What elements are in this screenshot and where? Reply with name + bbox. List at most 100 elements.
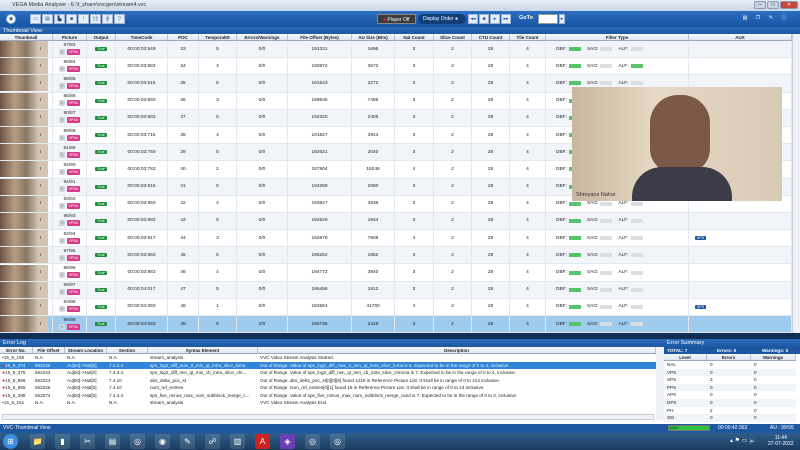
next-frame-button[interactable]: ▸ bbox=[490, 14, 500, 24]
error-log-scrollbar[interactable] bbox=[656, 347, 664, 420]
column-header[interactable]: CTU Count bbox=[472, 34, 510, 40]
pdf-icon[interactable]: A bbox=[255, 434, 270, 449]
column-header[interactable]: Slice Count bbox=[434, 34, 472, 40]
error-log-row[interactable]: ●15_6_374 652238 Au[50]->Nal[0] 7.4.3.4 sps_… bbox=[0, 361, 656, 369]
table-row[interactable]: I 83/98 B VPSA True 00:00:04:050 48 1 0/0 182684… bbox=[0, 298, 792, 316]
table-row[interactable]: I 99/99 B VPSA True 00:00:04:083 49 5 0/0 195735… bbox=[0, 316, 792, 334]
summary-row[interactable]: PPS 0 0 bbox=[664, 383, 796, 392]
aux-badge[interactable]: APS bbox=[695, 304, 707, 309]
notes-icon[interactable]: ▤ bbox=[105, 434, 120, 449]
hierarchy-icon[interactable]: ╫ bbox=[102, 14, 113, 24]
first-frame-button[interactable]: ◂◂ bbox=[468, 14, 478, 24]
info-icon[interactable]: ⓘ bbox=[779, 14, 789, 24]
copy-icon[interactable]: ❐ bbox=[753, 14, 763, 24]
display-order-toggle[interactable]: Display Order ● bbox=[418, 14, 466, 24]
chrome-icon[interactable]: ◉ bbox=[155, 434, 170, 449]
table-row[interactable]: I 98/97 B VPSA True 00:00:04:017 47 5 0/0 195496… bbox=[0, 281, 792, 299]
export-icon[interactable]: ▤ bbox=[740, 14, 750, 24]
error-log-row[interactable]: ●15_6_388 652574 Au[50]->Nal[0] 7.4.3.4 sps_… bbox=[0, 392, 656, 400]
visual-studio-icon[interactable]: ◈ bbox=[280, 434, 295, 449]
error-log-row[interactable]: ▪15_6_150 N.A. N.A. N.A. stream_analysis VVC … bbox=[0, 354, 656, 362]
chart-view-icon[interactable]: ▙ bbox=[54, 14, 65, 24]
column-header[interactable]: File Offset bbox=[33, 347, 65, 353]
column-header[interactable]: Filter Type bbox=[546, 34, 689, 40]
column-header[interactable]: AU Size (Bits) bbox=[352, 34, 395, 40]
column-header[interactable]: Nal Count bbox=[395, 34, 434, 40]
error-log-row[interactable]: ●15_6_375 652244 Au[50]->Nal[0] 7.4.3.4 sps_… bbox=[0, 369, 656, 377]
column-header[interactable]: Errors bbox=[707, 354, 751, 360]
column-header[interactable]: AUX bbox=[689, 34, 792, 40]
table-row[interactable]: I 97/95 B VPSA True 00:00:03:950 45 5 0/0 195252… bbox=[0, 247, 792, 265]
frame-view-icon[interactable]: ■ bbox=[66, 14, 77, 24]
player-off-button[interactable]: ● Player Off bbox=[377, 14, 416, 24]
table-row[interactable]: I 92/94 B VPSA True 00:00:03:917 44 3 0/0 192876… bbox=[0, 230, 792, 248]
summary-row[interactable]: PH 2 0 bbox=[664, 407, 796, 415]
column-header[interactable]: File Offset (Bytes) bbox=[288, 34, 352, 40]
column-header[interactable]: Section bbox=[107, 347, 148, 353]
summary-row[interactable]: APS 0 0 bbox=[664, 391, 796, 399]
compare-view-icon[interactable]: ▯▯ bbox=[90, 14, 101, 24]
aux-badge[interactable]: APS bbox=[695, 236, 707, 241]
app-icon[interactable]: ▮ bbox=[55, 434, 70, 449]
picture-badges: B VPSA bbox=[58, 100, 81, 107]
column-header[interactable]: Tile Count bbox=[510, 34, 546, 40]
column-header[interactable]: Thumbnail bbox=[0, 34, 53, 40]
table-row[interactable]: I 86/84 B VPSA True 00:00:03:583 34 4 0/0 190872… bbox=[0, 58, 792, 76]
summary-row[interactable]: NAL 0 0 bbox=[664, 361, 796, 369]
file-offset: 187904 bbox=[311, 166, 328, 172]
ctu-count: 28 bbox=[487, 321, 494, 327]
report-icon[interactable]: ✎ bbox=[766, 14, 776, 24]
summary-row[interactable]: VPS 0 0 bbox=[664, 368, 796, 377]
column-header[interactable]: Output bbox=[87, 34, 116, 40]
explorer-icon[interactable]: 📁 bbox=[30, 434, 45, 449]
vertical-scrollbar[interactable] bbox=[792, 34, 800, 333]
horizontal-scrollbar[interactable] bbox=[2, 414, 654, 420]
vega-analyzer-icon[interactable]: ◎ bbox=[305, 434, 320, 449]
error-log-row[interactable]: ●15_6_865 652346 Au[50]->Nal[0] 7.4.10 num_r… bbox=[0, 384, 656, 392]
summary-row[interactable]: SEI 0 0 bbox=[664, 414, 796, 422]
list-view-icon[interactable]: ⁞ bbox=[78, 14, 89, 24]
filter-icon[interactable]: ▽ bbox=[114, 14, 125, 24]
grid-view-icon[interactable]: ▤ bbox=[42, 14, 53, 24]
minimize-button[interactable]: – bbox=[754, 1, 766, 9]
column-header[interactable]: Error No. bbox=[0, 347, 33, 353]
error-log-row[interactable]: ●15_6_866 652324 Au[50]->Nal[0] 7.4.10 abs_d… bbox=[0, 377, 656, 385]
last-frame-button[interactable]: ▸▸ bbox=[501, 14, 511, 24]
column-header[interactable]: Warnings bbox=[751, 354, 796, 360]
column-header[interactable]: Syntax Element bbox=[148, 347, 258, 353]
vega-analyzer-2-icon[interactable]: ◎ bbox=[330, 434, 345, 449]
column-header[interactable]: POC bbox=[168, 34, 199, 40]
snipping-icon[interactable]: ✂ bbox=[80, 434, 95, 449]
column-header[interactable]: Description bbox=[258, 347, 656, 353]
editor-icon[interactable]: ✎ bbox=[180, 434, 195, 449]
clock[interactable]: 11:44 27-07-2022 bbox=[768, 435, 794, 447]
column-header[interactable]: TemporalID bbox=[199, 34, 237, 40]
table-row[interactable]: I 87/83 B VPSA True 00:00:03:549 33 5 0/0 191331… bbox=[0, 41, 792, 59]
network-icon[interactable]: ☍ bbox=[205, 434, 220, 449]
thumbnail-view-icon[interactable]: ▭ bbox=[30, 14, 41, 24]
summary-row[interactable]: DPS 0 0 bbox=[664, 398, 796, 407]
cell-text: Au[50]->Nal[0] bbox=[67, 370, 97, 375]
column-header[interactable]: Level bbox=[664, 354, 707, 360]
column-header[interactable]: Stream Location bbox=[65, 347, 107, 353]
tray-icons[interactable]: ▴ ⚑ ▭ 🔈 bbox=[730, 437, 757, 444]
close-button[interactable]: ✕ bbox=[780, 1, 798, 9]
column-header[interactable]: Errors/Warnings bbox=[237, 34, 288, 40]
nal-count: 3 bbox=[412, 98, 416, 104]
column-header[interactable]: TimeCode bbox=[116, 34, 168, 40]
column-header[interactable]: Picture bbox=[53, 34, 87, 40]
start-button[interactable]: ⊞ bbox=[3, 434, 18, 449]
error-log-row[interactable]: ▪15_6_151 N.A. N.A. N.A. stream_analysis VVC … bbox=[0, 399, 656, 407]
maximize-button[interactable]: □ bbox=[767, 1, 779, 9]
goto-input[interactable] bbox=[538, 14, 558, 24]
goto-button[interactable]: ▸ bbox=[559, 14, 565, 24]
filter-indicator bbox=[568, 270, 581, 275]
table-cell: 93/92 B VPSA bbox=[53, 195, 87, 212]
summary-row[interactable]: SPS 3 0 bbox=[664, 376, 796, 384]
slice-count: 2 bbox=[451, 63, 454, 69]
prev-frame-button[interactable]: ■ bbox=[479, 14, 489, 24]
archive-icon[interactable]: ▥ bbox=[230, 434, 245, 449]
vega-icon[interactable]: ◎ bbox=[130, 434, 145, 449]
table-row[interactable]: I 96/96 B VPSA True 00:00:03:983 46 4 0/0 194772… bbox=[0, 264, 792, 282]
table-row[interactable]: I 95/93 B VPSA True 00:00:03:883 43 5 0/0 194529… bbox=[0, 212, 792, 231]
